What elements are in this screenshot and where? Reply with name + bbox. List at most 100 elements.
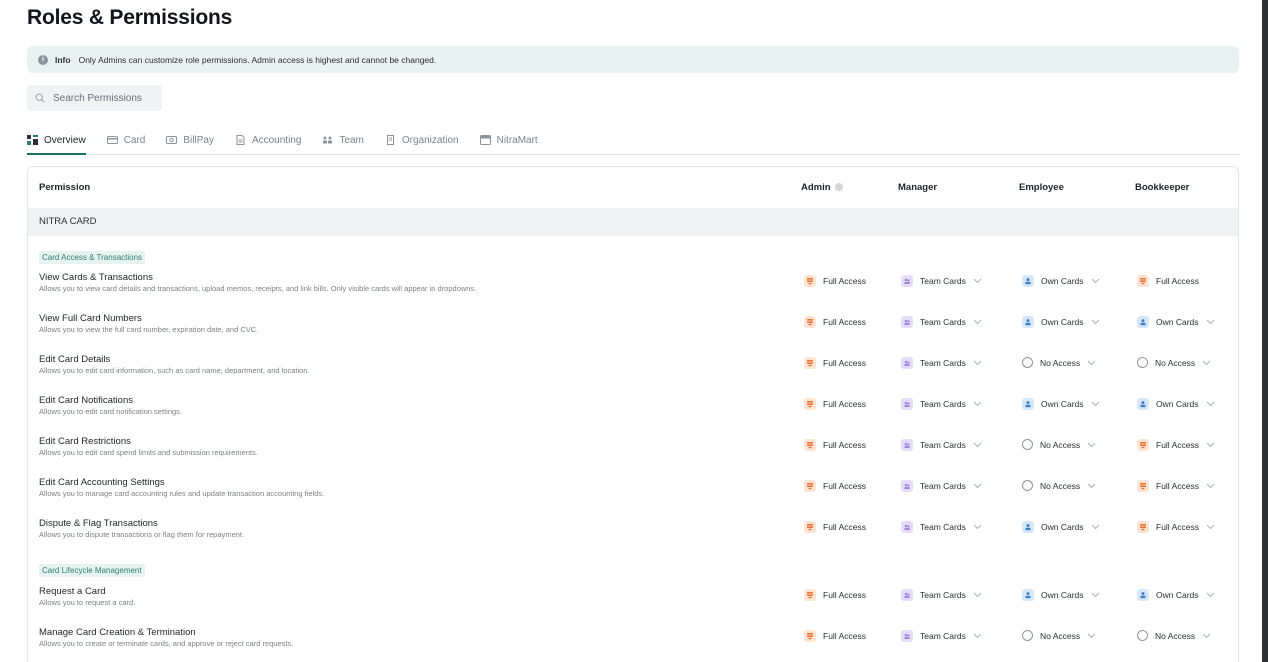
category-label: Card Lifecycle Management — [39, 564, 145, 577]
manager-access-dropdown[interactable]: Team Cards — [901, 275, 982, 287]
tab-accounting[interactable]: Accounting — [235, 126, 301, 154]
manager-access-dropdown[interactable]: Team Cards — [901, 398, 982, 410]
tab-label: NitraMart — [496, 134, 538, 146]
no-access-icon — [1022, 630, 1033, 641]
employee-access-dropdown[interactable]: No Access — [1022, 480, 1096, 491]
bookkeeper-access-dropdown[interactable]: Full Access — [1137, 480, 1215, 492]
search-icon — [35, 93, 45, 103]
manager-access-dropdown[interactable]: Team Cards — [901, 439, 982, 451]
access-level-label: Own Cards — [1156, 399, 1199, 409]
table-row: Dispute & Flag Transactions Allows you to… — [28, 518, 1238, 558]
access-level-label: Team Cards — [920, 522, 966, 532]
tab-label: BillPay — [183, 134, 214, 146]
chevron-down-icon — [1091, 401, 1099, 407]
manager-access-dropdown[interactable]: Team Cards — [901, 521, 982, 533]
access-level-label: Team Cards — [920, 590, 966, 600]
full-access-icon — [804, 480, 816, 492]
no-access-icon — [1022, 357, 1033, 368]
table-row: Manage Card Creation & Termination Allows… — [28, 627, 1238, 662]
permission-name: View Full Card Numbers — [39, 313, 142, 324]
access-level-label: Team Cards — [920, 631, 966, 641]
manager-access-dropdown[interactable]: Team Cards — [901, 589, 982, 601]
chevron-down-icon — [1091, 524, 1099, 530]
bookkeeper-access-dropdown[interactable]: Full Access — [1137, 521, 1215, 533]
tab-team[interactable]: Team — [322, 126, 364, 154]
bookkeeper-access-dropdown[interactable]: Own Cards — [1137, 398, 1215, 410]
manager-access-dropdown[interactable]: Team Cards — [901, 316, 982, 328]
no-access-icon — [1022, 439, 1033, 450]
own-cards-icon — [1022, 589, 1034, 601]
access-level-label: Full Access — [823, 440, 866, 450]
grid-icon — [27, 135, 38, 145]
manager-access-dropdown[interactable]: Team Cards — [901, 357, 982, 369]
bookkeeper-access-dropdown[interactable]: Own Cards — [1137, 316, 1215, 328]
employee-access-dropdown[interactable]: Own Cards — [1022, 316, 1100, 328]
access-level-label: Own Cards — [1156, 317, 1199, 327]
table-row: View Cards & Transactions Allows you to v… — [28, 272, 1238, 312]
employee-access-dropdown[interactable]: No Access — [1022, 439, 1096, 450]
access-level-label: No Access — [1040, 630, 1081, 641]
permission-description: Allows you to manage card accounting rul… — [39, 489, 325, 498]
access-level-label: No Access — [1040, 439, 1081, 450]
table-row: Edit Card Details Allows you to edit card… — [28, 354, 1238, 394]
access-level-label: Full Access — [823, 276, 866, 286]
manager-access-dropdown[interactable]: Team Cards — [901, 630, 982, 642]
full-access-icon — [804, 357, 816, 369]
info-banner: i Info Only Admins can customize role pe… — [27, 46, 1239, 73]
card-icon — [106, 135, 118, 145]
access-level-label: Full Access — [1156, 522, 1199, 532]
employee-access-dropdown[interactable]: No Access — [1022, 357, 1096, 368]
access-level-label: Full Access — [823, 317, 866, 327]
tab-billpay[interactable]: BillPay — [166, 126, 214, 154]
window-scrollbar[interactable] — [1257, 0, 1268, 662]
chevron-down-icon — [1206, 483, 1215, 489]
team-cards-icon — [901, 316, 913, 328]
access-level-label: Own Cards — [1041, 590, 1084, 600]
employee-access-dropdown[interactable]: Own Cards — [1022, 589, 1100, 601]
info-icon: i — [38, 54, 48, 65]
full-access-icon — [1137, 521, 1149, 533]
search-input[interactable]: Search Permissions — [27, 85, 162, 111]
employee-access-dropdown[interactable]: Own Cards — [1022, 521, 1100, 533]
tab-nitramart[interactable]: NitraMart — [479, 126, 538, 154]
tab-card[interactable]: Card — [106, 126, 145, 154]
employee-access-dropdown[interactable]: No Access — [1022, 630, 1096, 641]
chevron-down-icon — [1087, 633, 1096, 638]
permission-name: Edit Card Restrictions — [39, 436, 131, 447]
access-level-label: Full Access — [823, 481, 866, 491]
chevron-down-icon — [1091, 278, 1099, 284]
admin-access-value: Full Access — [804, 439, 866, 451]
employee-access-dropdown[interactable]: Own Cards — [1022, 275, 1100, 287]
team-cards-icon — [901, 630, 913, 642]
admin-access-value: Full Access — [804, 630, 866, 642]
chevron-down-icon — [973, 278, 982, 284]
tab-organization[interactable]: Organization — [385, 126, 459, 154]
chevron-down-icon — [1087, 442, 1096, 447]
permission-description: Allows you to create or terminate cards,… — [39, 639, 294, 648]
no-access-icon — [1137, 357, 1148, 368]
chevron-down-icon — [1202, 633, 1211, 638]
own-cards-icon — [1022, 316, 1034, 328]
own-cards-icon — [1137, 589, 1149, 601]
bookkeeper-access-dropdown[interactable]: Full Access — [1137, 439, 1215, 451]
employee-access-dropdown[interactable]: Own Cards — [1022, 398, 1100, 410]
admin-access-value: Full Access — [804, 316, 866, 328]
access-level-label: No Access — [1155, 630, 1196, 641]
tab-overview[interactable]: Overview — [27, 126, 86, 155]
bookkeeper-access-dropdown[interactable]: No Access — [1137, 357, 1211, 368]
chevron-down-icon — [973, 401, 982, 407]
permission-name: Edit Card Notifications — [39, 395, 133, 406]
table-row: Request a Card Allows you to request a ca… — [28, 586, 1238, 626]
access-level-label: Own Cards — [1041, 276, 1084, 286]
bookkeeper-access-dropdown[interactable]: No Access — [1137, 630, 1211, 641]
table-header: Permission Admin Manager Employee Bookke… — [28, 167, 1238, 208]
chevron-down-icon — [1206, 401, 1214, 407]
tab-label: Team — [339, 134, 364, 146]
manager-access-dropdown[interactable]: Team Cards — [901, 480, 982, 492]
full-access-icon — [1137, 275, 1149, 287]
chevron-down-icon — [973, 483, 982, 489]
bookkeeper-access-dropdown[interactable]: Own Cards — [1137, 589, 1215, 601]
permission-name: Edit Card Accounting Settings — [39, 477, 165, 488]
section-header: NITRA CARD — [28, 208, 1238, 236]
full-access-icon — [1137, 439, 1149, 451]
